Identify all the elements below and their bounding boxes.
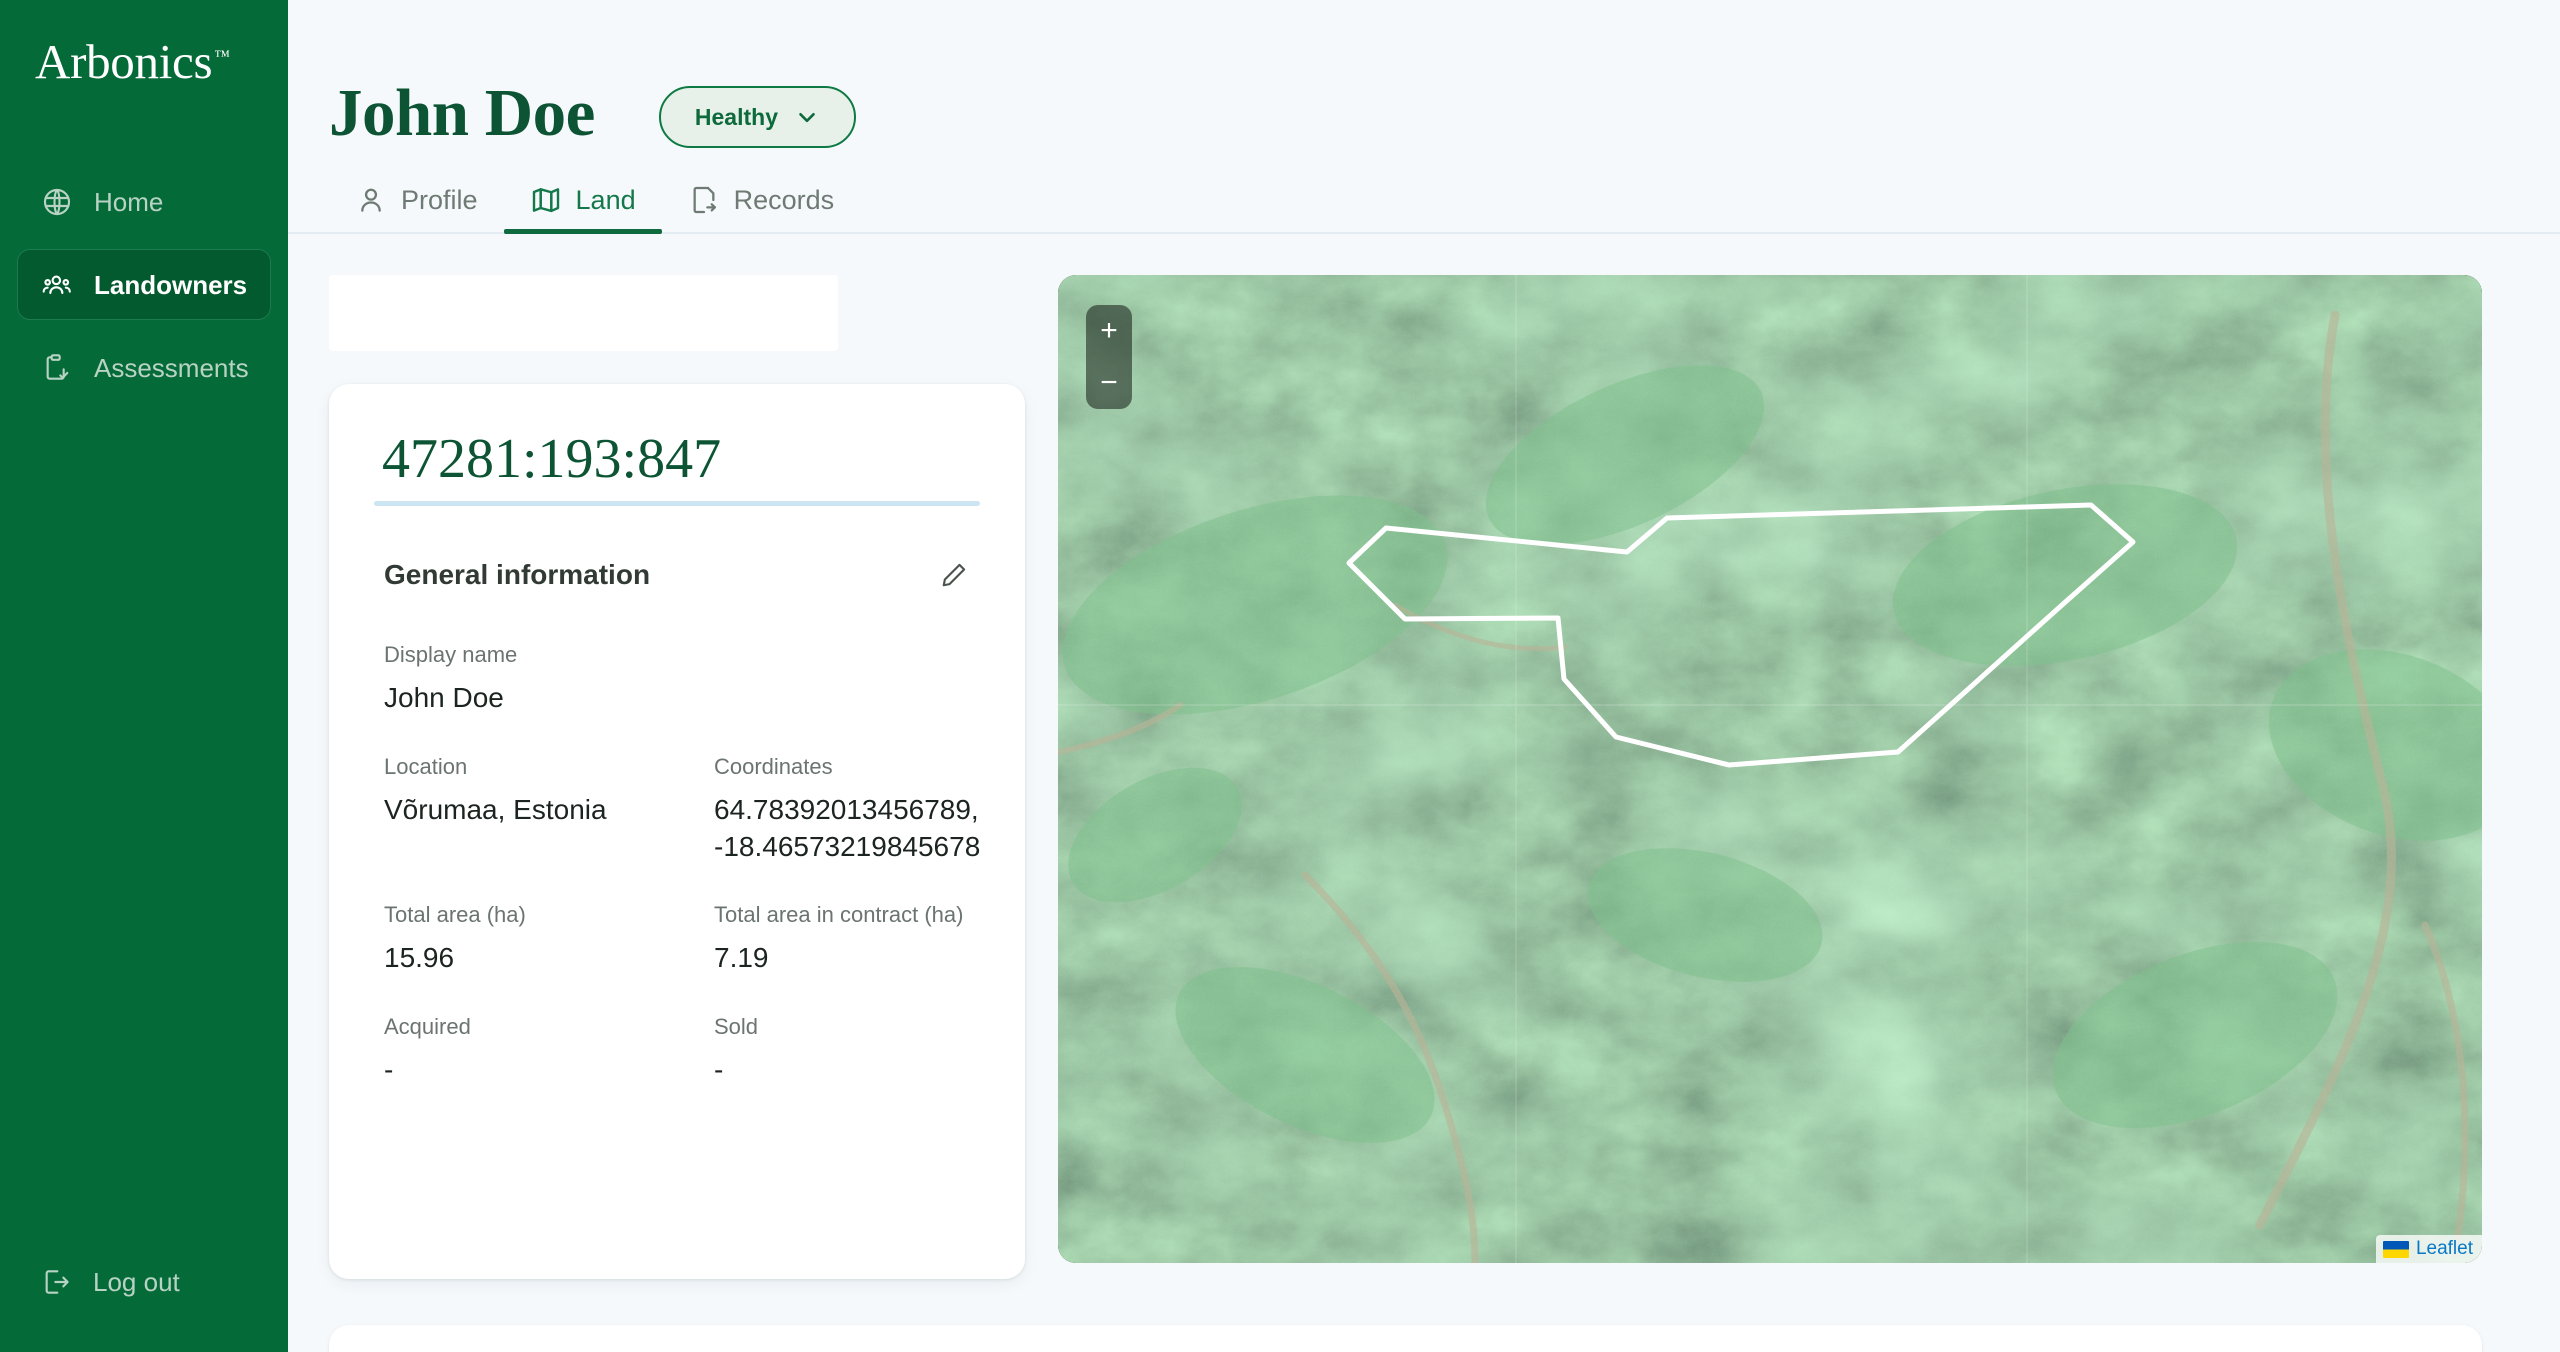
field-label: Total area in contract (ha): [714, 901, 964, 927]
field-row: Display name John Doe: [384, 641, 980, 717]
app-root: Arbonics ™ Home Landowners Assessments L…: [0, 0, 2560, 1352]
sidebar-item-label: Home: [94, 186, 164, 217]
map-attribution: Leaflet: [2375, 1235, 2482, 1263]
section-title: General information: [384, 558, 651, 590]
main-content: John Doe Healthy Profile Land Records 47…: [288, 0, 2560, 1352]
tab-label: Profile: [401, 184, 478, 215]
field-label: Display name: [384, 641, 518, 667]
cadastral-underline: [374, 500, 980, 506]
sidebar-item-label: Landowners: [94, 269, 248, 300]
field-row: Total area (ha) 15.96 Total area in cont…: [384, 901, 980, 977]
map-fold-icon: [530, 184, 562, 216]
page-title: John Doe: [329, 75, 595, 150]
field-list: Display name John Doe Location Võrumaa, …: [374, 641, 980, 1089]
logout-button[interactable]: Log out: [17, 1254, 202, 1310]
status-badge-label: Healthy: [694, 103, 778, 130]
field-value: 64.78392013456789, -18.46573219845678: [714, 794, 981, 862]
field-row: Acquired - Sold -: [384, 1013, 980, 1089]
field-coordinates: Coordinates 64.78392013456789, -18.46573…: [714, 753, 1094, 865]
tab-profile[interactable]: Profile: [329, 184, 504, 234]
tab-label: Land: [575, 184, 636, 215]
sidebar-item-assessments[interactable]: Assessments: [17, 332, 271, 403]
field-total-area-contract: Total area in contract (ha) 7.19: [714, 901, 1094, 977]
map-zoom-controls: + −: [1086, 305, 1132, 409]
page-header: John Doe Healthy: [288, 0, 2560, 148]
status-badge[interactable]: Healthy: [658, 86, 856, 148]
field-sold: Sold -: [714, 1013, 1094, 1089]
people-icon: [40, 268, 74, 302]
field-value: -: [714, 1054, 724, 1086]
sidebar: Arbonics ™ Home Landowners Assessments L…: [0, 0, 288, 1352]
zoom-out-button[interactable]: −: [1086, 357, 1132, 409]
map-tiles: [1058, 275, 2482, 1263]
section-header: General information: [374, 553, 980, 597]
brand-name: Arbonics: [35, 34, 213, 89]
sidebar-item-label: Assessments: [94, 352, 249, 383]
field-acquired: Acquired -: [384, 1013, 714, 1089]
content-area: 47281:193:847 General information Displa…: [288, 234, 2560, 1279]
field-value: -: [384, 1054, 394, 1086]
brand-logo[interactable]: Arbonics ™: [0, 0, 288, 90]
filter-placeholder-box[interactable]: [329, 275, 838, 351]
field-location: Location Võrumaa, Estonia: [384, 753, 714, 865]
pencil-icon[interactable]: [932, 553, 976, 597]
field-value: 7.19: [714, 942, 769, 974]
field-label: Sold: [714, 1013, 759, 1039]
field-value: 15.96: [384, 942, 455, 974]
tab-records[interactable]: Records: [662, 184, 861, 234]
land-details-card: 47281:193:847 General information Displa…: [329, 384, 1025, 1279]
field-value: Võrumaa, Estonia: [384, 794, 607, 826]
tab-land[interactable]: Land: [503, 184, 662, 234]
left-column: 47281:193:847 General information Displa…: [329, 275, 1025, 1279]
field-row: Location Võrumaa, Estonia Coordinates 64…: [384, 753, 980, 865]
tab-bar: Profile Land Records: [288, 184, 2560, 234]
field-label: Location: [384, 753, 468, 779]
field-display-name: Display name John Doe: [384, 641, 714, 717]
sidebar-nav: Home Landowners Assessments: [0, 166, 288, 403]
sidebar-item-home[interactable]: Home: [17, 166, 271, 237]
clipboard-check-icon: [40, 351, 74, 385]
field-label: Acquired: [384, 1013, 471, 1039]
map-satellite-imagery: [1058, 275, 2482, 1263]
zoom-in-button[interactable]: +: [1086, 305, 1132, 357]
tab-label: Records: [733, 184, 835, 215]
logout-icon: [39, 1265, 73, 1299]
globe-icon: [40, 185, 74, 219]
field-total-area: Total area (ha) 15.96: [384, 901, 714, 977]
ukraine-flag-icon: [2382, 1240, 2409, 1258]
field-value: John Doe: [384, 682, 504, 714]
person-icon: [355, 184, 387, 216]
trademark-symbol: ™: [214, 47, 230, 65]
field-label: Total area (ha): [384, 901, 526, 927]
leaflet-link[interactable]: Leaflet: [2416, 1238, 2473, 1260]
secondary-card: [329, 1325, 2482, 1352]
land-map[interactable]: + − Leaflet: [1058, 275, 2482, 1263]
cadastral-number: 47281:193:847: [382, 428, 722, 490]
sidebar-item-landowners[interactable]: Landowners: [17, 249, 271, 320]
field-label: Coordinates: [714, 753, 833, 779]
document-arrow-icon: [688, 184, 720, 216]
logout-label: Log out: [93, 1266, 180, 1297]
chevron-down-icon: [794, 104, 820, 130]
